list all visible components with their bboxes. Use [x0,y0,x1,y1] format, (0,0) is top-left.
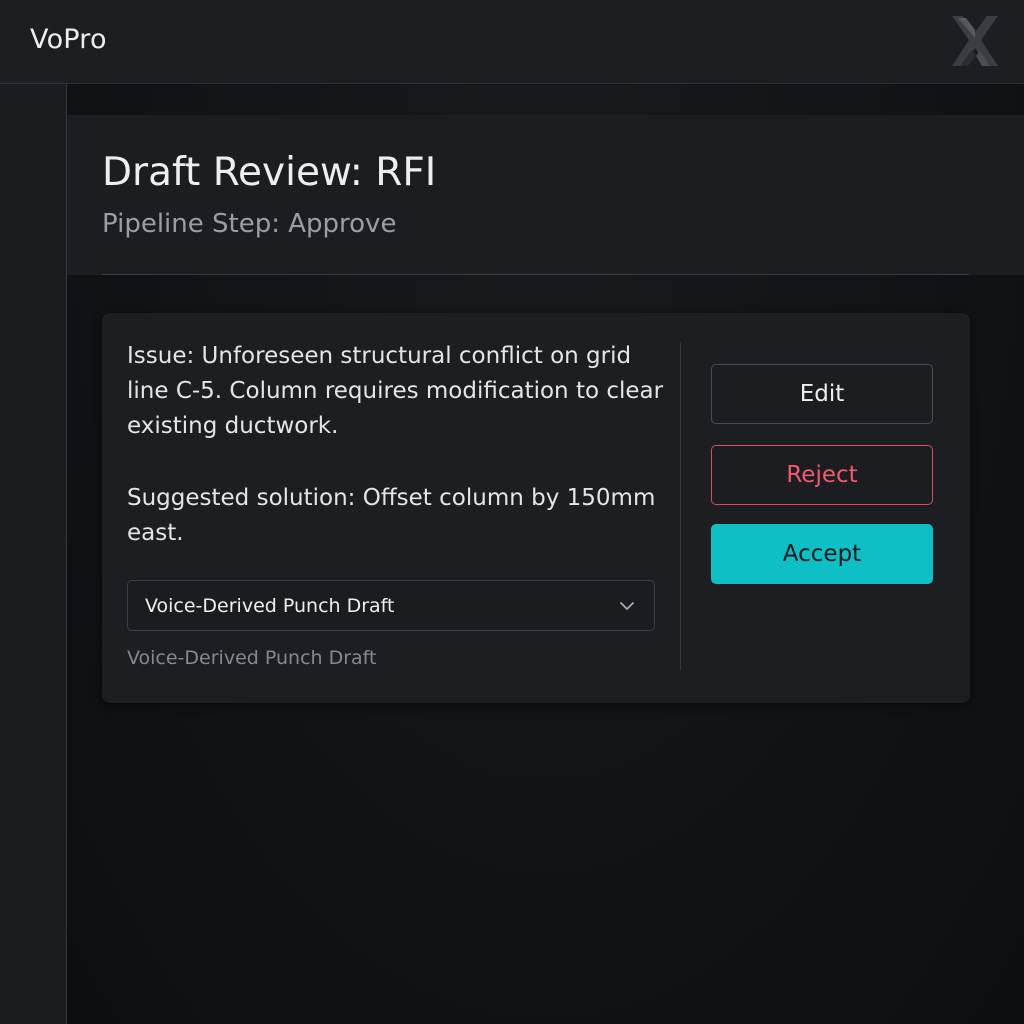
page-title: Draft Review: RFI [102,150,437,195]
chevron-down-icon [620,602,634,610]
top-bar: VoPro [0,0,1024,84]
draft-review-card: Issue: Unforeseen structural conflict on… [102,313,970,703]
brand-logo-icon [952,16,998,66]
edit-button[interactable]: Edit [711,364,933,424]
reject-button[interactable]: Reject [711,445,933,505]
sidebar [0,84,67,1024]
select-helper-text: Voice-Derived Punch Draft [127,647,377,669]
page-subtitle: Pipeline Step: Approve [102,209,397,239]
suggested-solution: Suggested solution: Offset column by 150… [127,485,656,546]
main-content: Draft Review: RFI Pipeline Step: Approve… [67,84,1024,1024]
header-divider [102,274,969,275]
app-title: VoPro [30,24,107,55]
draft-type-select[interactable]: Voice-Derived Punch Draft [127,580,655,631]
card-divider [680,342,681,670]
draft-type-select-value: Voice-Derived Punch Draft [145,595,395,617]
issue-description: Issue: Unforeseen structural conflict on… [127,343,664,439]
accept-button[interactable]: Accept [711,524,933,584]
page-header: Draft Review: RFI Pipeline Step: Approve [67,115,1024,275]
